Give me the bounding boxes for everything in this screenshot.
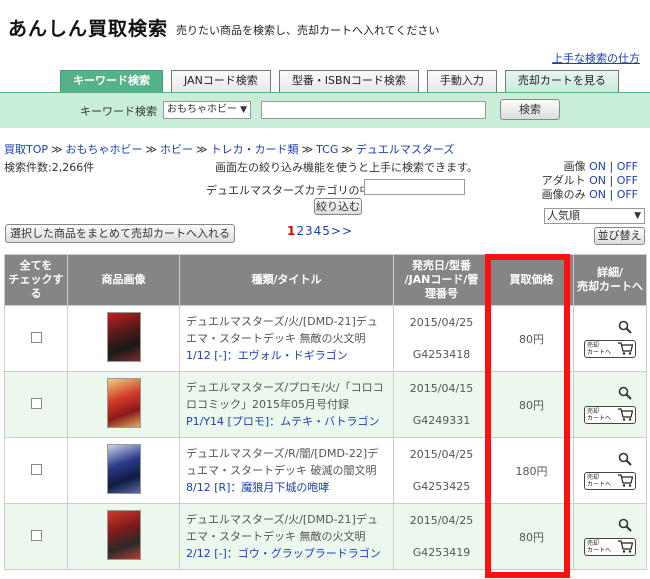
result-count: 検索件数:2,266件 bbox=[4, 161, 95, 174]
page-link[interactable]: 2 bbox=[296, 224, 305, 238]
item-card-link[interactable]: 8/12 [R]：魔狼月下城の咆哮 bbox=[186, 481, 329, 494]
item-code: G4249331 bbox=[412, 413, 471, 427]
row-checkbox[interactable] bbox=[30, 397, 42, 409]
page-link[interactable]: 3 bbox=[305, 224, 314, 238]
card-image[interactable] bbox=[106, 312, 141, 362]
page-next[interactable]: >> bbox=[331, 224, 353, 238]
header-check-all[interactable]: 全てを チェックする bbox=[4, 254, 68, 306]
page-subtitle: 売りたい商品を検索し、売却カートへ入れてください bbox=[176, 24, 440, 37]
add-to-cart-button[interactable]: 売却 カートへ bbox=[584, 471, 636, 490]
breadcrumb-sep: ≫ bbox=[196, 143, 208, 156]
tab-view-cart[interactable]: 売却カートを見る bbox=[504, 70, 619, 92]
item-card-link[interactable]: 2/12 [-]：ゴウ・グラップラードラゴン bbox=[186, 547, 381, 560]
breadcrumb-sep: ≫ bbox=[145, 143, 158, 156]
tab-manual-input[interactable]: 手動入力 bbox=[426, 70, 497, 92]
card-image[interactable] bbox=[106, 444, 141, 494]
header-release: 発売日/型番 /JANコード/管 理番号 bbox=[393, 254, 490, 306]
item-date: 2015/04/25 bbox=[409, 447, 474, 461]
breadcrumb-sep: ≫ bbox=[341, 143, 353, 156]
breadcrumb-item[interactable]: おもちゃホビー bbox=[66, 143, 143, 156]
row-checkbox[interactable] bbox=[30, 331, 42, 343]
magnifier-icon[interactable] bbox=[618, 518, 632, 532]
item-title: デュエルマスターズ/R/闇/[DMD-22]デュエマ・スタートデッキ 破滅の闇文… bbox=[186, 447, 379, 477]
filter-button[interactable]: 絞り込む bbox=[314, 198, 362, 215]
page-title: あんしん買取検索 bbox=[8, 18, 169, 40]
option-image-only-off[interactable]: OFF bbox=[617, 188, 638, 201]
magnifier-icon[interactable] bbox=[618, 386, 632, 400]
filter-input[interactable] bbox=[364, 179, 465, 195]
sort-button[interactable]: 並び替え bbox=[594, 227, 645, 245]
cart-icon bbox=[618, 342, 633, 355]
header-image: 商品画像 bbox=[67, 254, 180, 306]
tab-jan-search[interactable]: JANコード検索 bbox=[171, 70, 271, 92]
breadcrumb-sep: ≫ bbox=[51, 143, 63, 156]
search-howto-link[interactable]: 上手な検索の仕方 bbox=[552, 50, 640, 66]
item-card-link[interactable]: P1/Y14 [プロモ]：ムテキ・バトラゴン bbox=[186, 415, 379, 428]
item-title: デュエルマスターズ/プロモ/火/「コロコロコミック」2015年05月号付録 bbox=[186, 381, 384, 411]
breadcrumb-sep: ≫ bbox=[301, 143, 314, 156]
search-tabs: キーワード検索 JANコード検索 型番・ISBNコード検索 手動入力 売却カート… bbox=[60, 70, 619, 92]
breadcrumb-item[interactable]: デュエルマスターズ bbox=[356, 143, 454, 156]
header-detail: 詳細/ 売却カートへ bbox=[573, 254, 647, 306]
keyword-label: キーワード検索 bbox=[80, 105, 157, 118]
item-date: 2015/04/15 bbox=[409, 381, 474, 395]
category-select[interactable]: おもちゃホビー ▼ bbox=[163, 101, 251, 119]
breadcrumb-item[interactable]: トレカ・カード類 bbox=[211, 143, 299, 156]
add-to-cart-button[interactable]: 売却 カートへ bbox=[584, 405, 636, 424]
row-checkbox[interactable] bbox=[30, 529, 42, 541]
card-image[interactable] bbox=[106, 510, 141, 560]
chevron-down-icon: ▼ bbox=[634, 211, 641, 221]
add-to-cart-button[interactable]: 売却 カートへ bbox=[584, 537, 636, 556]
pagination: 12345>> bbox=[287, 224, 353, 238]
item-date: 2015/04/25 bbox=[409, 513, 474, 527]
search-button[interactable]: 検索 bbox=[500, 99, 560, 120]
keyword-input[interactable] bbox=[261, 101, 486, 119]
cart-icon bbox=[618, 408, 633, 421]
item-date: 2015/04/25 bbox=[409, 315, 474, 329]
breadcrumb-item[interactable]: TCG bbox=[316, 143, 338, 156]
page-current: 1 bbox=[287, 224, 297, 238]
row-checkbox[interactable] bbox=[30, 463, 42, 475]
bulk-add-to-cart-button[interactable]: 選択した商品をまとめて売却カートへ入れる bbox=[5, 224, 235, 243]
sort-select[interactable]: 人気順 ▼ bbox=[544, 208, 645, 224]
price-column-highlight bbox=[485, 254, 570, 578]
page-link[interactable]: 4 bbox=[314, 224, 323, 238]
cart-icon bbox=[618, 474, 633, 487]
item-code: G4253425 bbox=[412, 479, 471, 493]
sort-select-value: 人気順 bbox=[547, 209, 580, 222]
cart-icon bbox=[618, 540, 633, 553]
category-select-value: おもちゃホビー bbox=[167, 104, 237, 115]
chevron-down-icon: ▼ bbox=[240, 105, 247, 115]
breadcrumb-item[interactable]: 買取TOP bbox=[4, 143, 48, 156]
item-code: G4253419 bbox=[412, 545, 471, 559]
tab-isbn-search[interactable]: 型番・ISBNコード検索 bbox=[278, 70, 419, 92]
option-image-only: 画像のみ ON | OFF bbox=[541, 188, 638, 201]
item-title: デュエルマスターズ/火/[DMD-21]デュエマ・スタートデッキ 無敵の火文明 bbox=[186, 315, 378, 345]
breadcrumb-item[interactable]: ホビー bbox=[160, 143, 193, 156]
item-card-link[interactable]: 1/12 [-]：エヴォル・ドギラゴン bbox=[186, 349, 348, 362]
page-link[interactable]: 5 bbox=[322, 224, 331, 238]
header-title: 種類/タイトル bbox=[179, 254, 394, 306]
item-code: G4253418 bbox=[412, 347, 471, 361]
magnifier-icon[interactable] bbox=[618, 320, 632, 334]
option-image-only-on[interactable]: ON bbox=[589, 188, 606, 201]
filter-hint: 画面左の絞り込み機能を使うと上手に検索できます。 bbox=[215, 161, 478, 174]
card-image[interactable] bbox=[106, 378, 141, 428]
magnifier-icon[interactable] bbox=[618, 452, 632, 466]
item-title: デュエルマスターズ/火/[DMD-21]デュエマ・スタートデッキ 無敵の火文明 bbox=[186, 513, 378, 543]
breadcrumb: 買取TOP ≫ おもちゃホビー ≫ ホビー ≫ トレカ・カード類 ≫ TCG ≫ デュエルマスターズ bbox=[4, 141, 454, 157]
add-to-cart-button[interactable]: 売却 カートへ bbox=[584, 339, 636, 358]
tab-keyword-search[interactable]: キーワード検索 bbox=[60, 70, 163, 92]
